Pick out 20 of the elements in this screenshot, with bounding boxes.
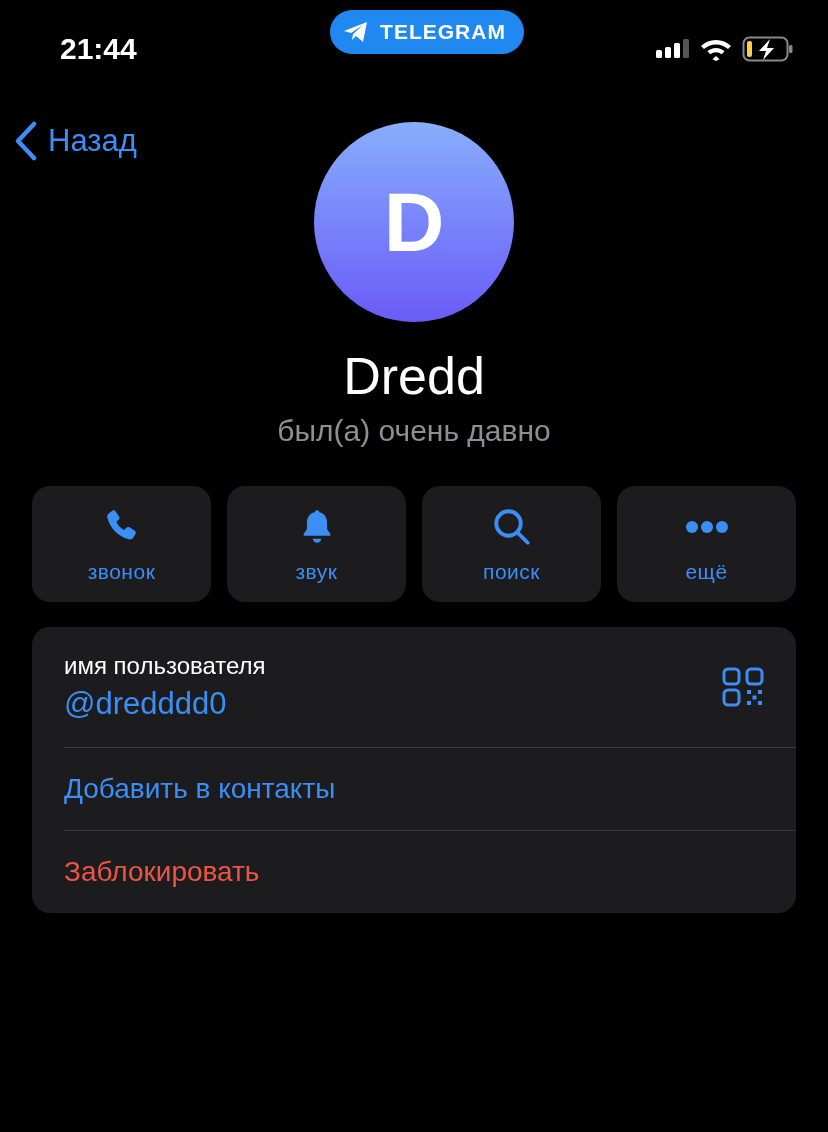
battery-charging-icon [742,36,794,62]
profile-name: Dredd [342,346,486,407]
back-button[interactable]: Назад [14,121,137,161]
username-link[interactable]: @dredddd0 [64,686,266,722]
action-button[interactable]: ещё [617,486,796,602]
more-icon [684,520,729,534]
last-seen-status: был(а) очень давно [276,414,552,448]
add-contact-link[interactable]: Добавить в контакты [64,773,336,805]
block-link[interactable]: Заблокировать [64,856,260,888]
signal-icon [656,38,690,60]
app-badge[interactable]: TELEGRAM [330,10,524,54]
clock: 21:44 [60,32,138,66]
avatar[interactable]: D [314,122,514,322]
action-button[interactable]: звук [227,486,406,602]
action-button[interactable]: звонок [32,486,211,602]
chevron-left-icon [14,121,38,161]
qr-code-icon[interactable] [722,667,764,707]
wifi-icon [700,37,732,61]
action-button[interactable]: поиск [422,486,601,602]
field-caption: имя пользователя [64,652,266,680]
